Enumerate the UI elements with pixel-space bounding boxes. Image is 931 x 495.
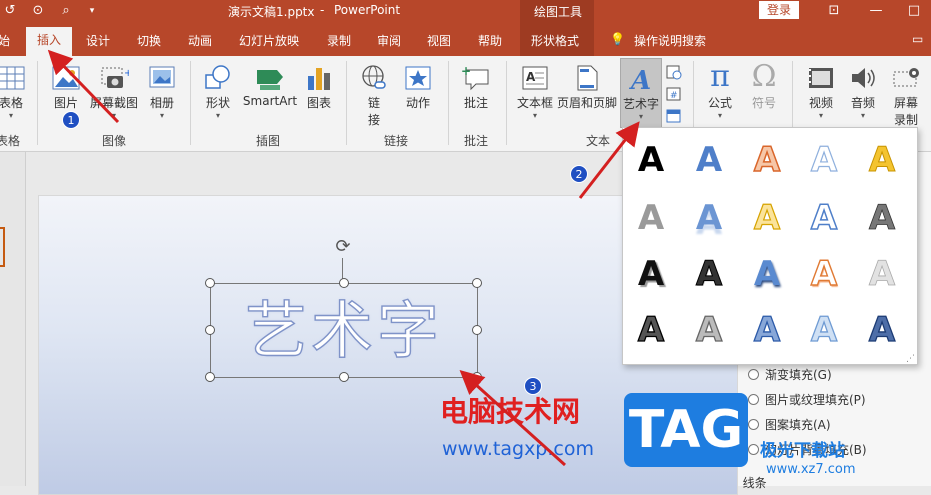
annotation-arrow-1 [47, 49, 120, 124]
annotation-arrow-3 [459, 369, 567, 467]
step-badge-2: 2 [570, 165, 588, 183]
annotation-overlay [47, 49, 640, 467]
step-badge-1: 1 [62, 111, 80, 129]
step-badge-3: 3 [524, 377, 542, 395]
annotation-arrow-2 [578, 121, 640, 199]
